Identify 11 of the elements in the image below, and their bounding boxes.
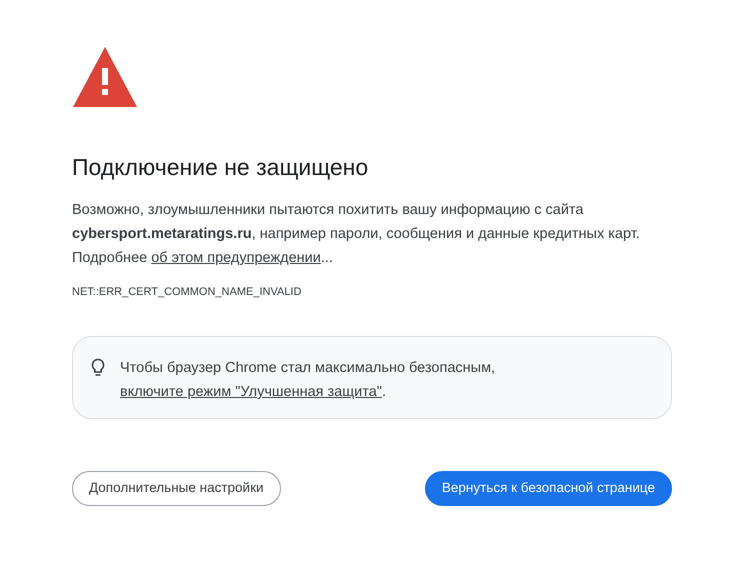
- lightbulb-icon: [90, 358, 106, 378]
- error-code: NET::ERR_CERT_COMMON_NAME_INVALID: [72, 285, 302, 300]
- tip-text: Чтобы браузер Chrome стал максимально безопасным, включите режим "Улучшенная защита".: [120, 359, 496, 402]
- advanced-button[interactable]: Дополнительные настройки: [72, 471, 281, 506]
- back-to-safety-button[interactable]: Вернуться к безопасной странице: [424, 471, 672, 506]
- details-text: Подробнее об этом предупреждении...: [72, 249, 334, 268]
- description: Возможно, злоумышленники пытаются похитить вашу информацию с сайта cybersport.metaratings.ru, например пароли, сообщения и данные кредитных карт.: [72, 201, 641, 244]
- warning-link[interactable]: об этом предупреждении: [151, 250, 321, 266]
- warning-icon: [72, 46, 138, 108]
- page-heading: Подключение не защищено: [72, 153, 370, 182]
- enhanced-protection-link[interactable]: включите режим "Улучшенная защита": [120, 384, 382, 400]
